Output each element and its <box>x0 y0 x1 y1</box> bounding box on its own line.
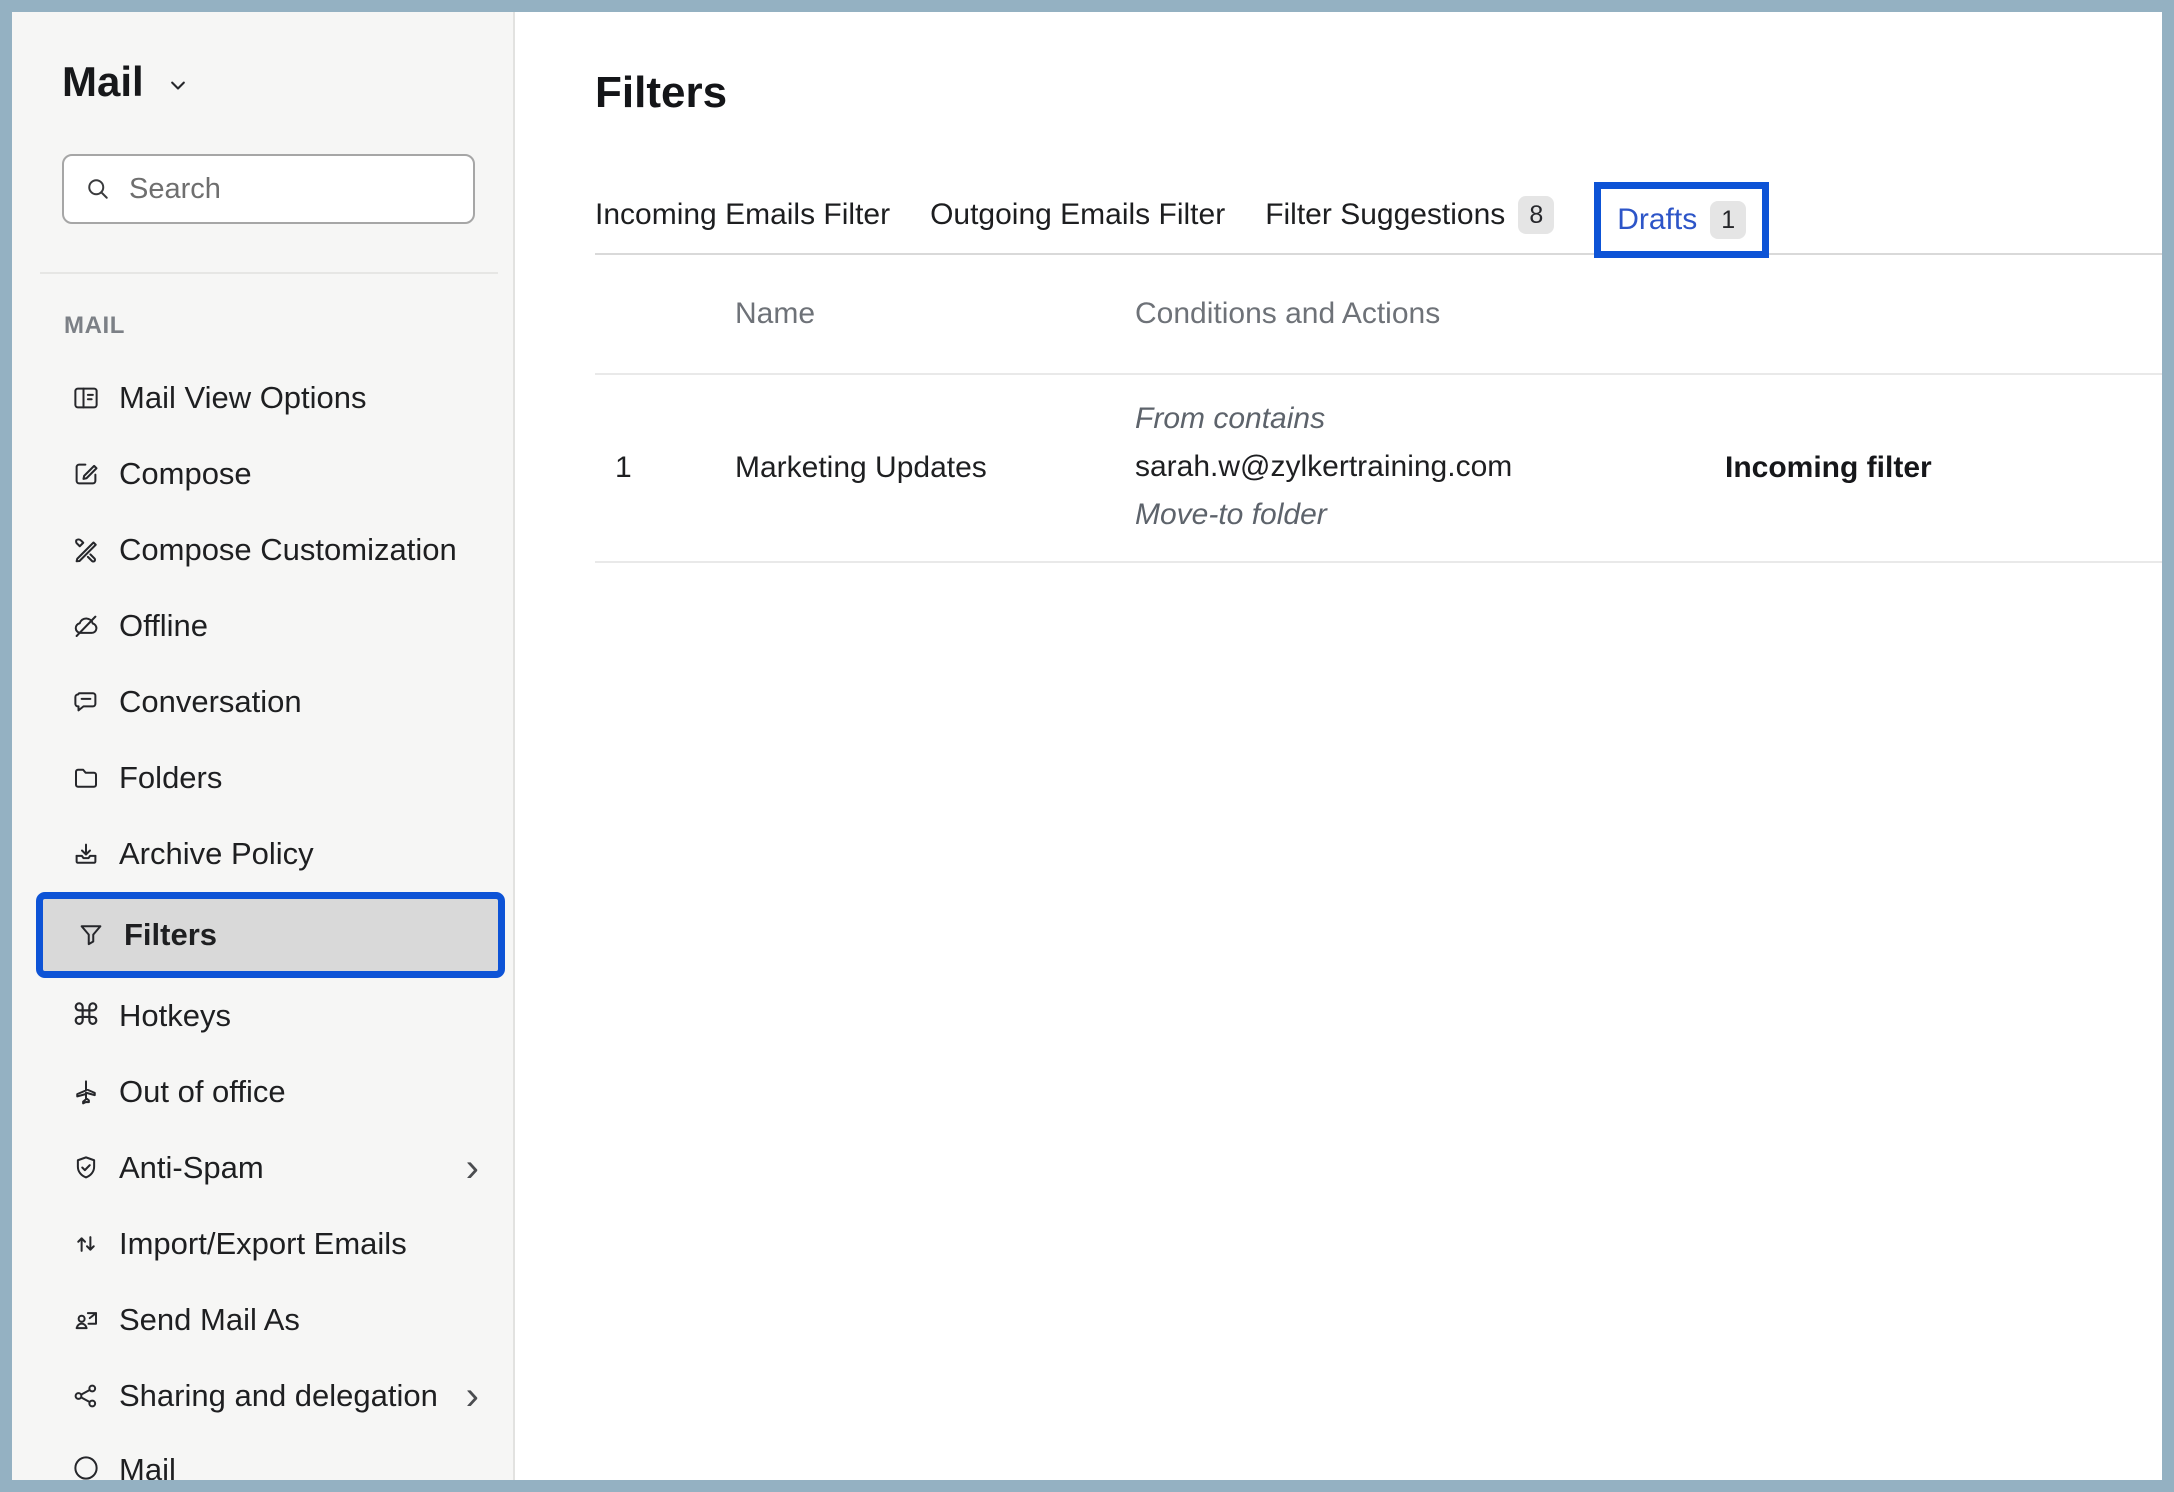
sidebar-item-label: Anti-Spam <box>119 1150 264 1186</box>
offline-icon <box>70 610 102 642</box>
chevron-down-icon <box>164 71 192 99</box>
sidebar-item-import-export-emails[interactable]: Import/Export Emails <box>12 1206 513 1282</box>
sidebar-item-sharing-and-delegation[interactable]: Sharing and delegation › <box>12 1358 513 1434</box>
sidebar-item-filters[interactable]: Filters <box>43 899 498 971</box>
sidebar-item-compose[interactable]: Compose <box>12 436 513 512</box>
action-label: Move-to folder <box>1135 491 1725 539</box>
archive-icon <box>70 838 102 870</box>
sidebar-item-archive-policy[interactable]: Archive Policy <box>12 816 513 892</box>
tab-label: Drafts <box>1617 203 1697 237</box>
column-header-name: Name <box>735 297 1135 331</box>
folder-icon <box>70 762 102 794</box>
sidebar-item-label: Conversation <box>119 684 302 720</box>
tab-label: Incoming Emails Filter <box>595 198 890 232</box>
sidebar-item-label: Out of office <box>119 1074 286 1110</box>
sidebar-app-switcher[interactable]: Mail <box>62 58 513 106</box>
table-header-row: Name Conditions and Actions <box>595 255 2162 375</box>
sidebar-item-label: Mail View Options <box>119 380 367 416</box>
sidebar-item-partial[interactable]: Mail <box>12 1434 513 1480</box>
tab-drafts[interactable]: Drafts 1 <box>1594 182 1769 258</box>
condition-label: From contains <box>1135 395 1725 443</box>
conversation-icon <box>70 686 102 718</box>
filter-name: Marketing Updates <box>735 451 1135 485</box>
sidebar-item-label: Mail <box>119 1452 176 1480</box>
funnel-icon <box>75 919 107 951</box>
settings-sidebar: Mail MAIL Mail View Options <box>12 12 515 1480</box>
tab-count-badge: 1 <box>1710 201 1746 239</box>
tab-label: Filter Suggestions <box>1265 198 1505 232</box>
sidebar-item-offline[interactable]: Offline <box>12 588 513 664</box>
person-card-icon <box>70 1304 102 1336</box>
page-title: Filters <box>595 68 2162 119</box>
search-box[interactable] <box>62 154 475 224</box>
sidebar-item-conversation[interactable]: Conversation <box>12 664 513 740</box>
mail-settings-app: Mail MAIL Mail View Options <box>12 12 2162 1480</box>
tab-outgoing-emails-filter[interactable]: Outgoing Emails Filter <box>930 198 1225 232</box>
sidebar-item-out-of-office[interactable]: Out of office <box>12 1054 513 1130</box>
tab-filter-suggestions[interactable]: Filter Suggestions 8 <box>1265 196 1554 234</box>
sidebar-item-compose-customization[interactable]: Compose Customization <box>12 512 513 588</box>
column-header-conditions-actions: Conditions and Actions <box>1135 297 1725 331</box>
window-frame: Mail MAIL Mail View Options <box>0 0 2174 1492</box>
filter-type: Incoming filter <box>1725 447 1935 489</box>
circle-icon <box>70 1452 102 1480</box>
sidebar-item-label: Import/Export Emails <box>119 1226 407 1262</box>
sidebar-item-folders[interactable]: Folders <box>12 740 513 816</box>
sidebar-title: Mail <box>62 58 144 106</box>
sidebar-item-mail-view-options[interactable]: Mail View Options <box>12 360 513 436</box>
command-icon: ⌘ <box>70 1000 102 1032</box>
sidebar-item-hotkeys[interactable]: ⌘ Hotkeys <box>12 978 513 1054</box>
table-row[interactable]: 1 Marketing Updates From contains sarah.… <box>595 375 2162 563</box>
sidebar-item-label: Offline <box>119 608 208 644</box>
sidebar-item-label: Hotkeys <box>119 998 231 1034</box>
tab-count-badge: 8 <box>1518 196 1554 234</box>
chevron-right-icon: › <box>466 1148 479 1188</box>
sidebar-item-label: Compose Customization <box>119 532 457 568</box>
filters-tab-bar: Incoming Emails Filter Outgoing Emails F… <box>595 177 2162 255</box>
tab-label: Outgoing Emails Filter <box>930 198 1225 232</box>
shield-check-icon <box>70 1152 102 1184</box>
condition-value: sarah.w@zylkertraining.com <box>1135 443 1725 491</box>
tab-incoming-emails-filter[interactable]: Incoming Emails Filter <box>595 198 890 232</box>
sidebar-menu: Mail View Options Compose Compose Custom… <box>12 360 513 1480</box>
drafts-filters-table: Name Conditions and Actions 1 Marketing … <box>595 255 2162 563</box>
filters-settings-panel: Filters Incoming Emails Filter Outgoing … <box>515 12 2162 1480</box>
arrows-up-down-icon <box>70 1228 102 1260</box>
sidebar-divider <box>40 272 498 274</box>
search-icon <box>84 175 112 203</box>
sidebar-item-label: Compose <box>119 456 252 492</box>
sidebar-item-send-mail-as[interactable]: Send Mail As <box>12 1282 513 1358</box>
sidebar-item-label: Filters <box>124 917 217 953</box>
sidebar-item-label: Folders <box>119 760 222 796</box>
share-nodes-icon <box>70 1380 102 1412</box>
mail-view-options-icon <box>70 382 102 414</box>
row-index: 1 <box>595 451 735 485</box>
compose-customization-icon <box>70 534 102 566</box>
sidebar-item-anti-spam[interactable]: Anti-Spam › <box>12 1130 513 1206</box>
sidebar-item-label: Send Mail As <box>119 1302 300 1338</box>
airplane-icon <box>70 1076 102 1108</box>
compose-icon <box>70 458 102 490</box>
sidebar-item-label: Sharing and delegation <box>119 1378 438 1414</box>
chevron-right-icon: › <box>466 1376 479 1416</box>
filter-conditions: From contains sarah.w@zylkertraining.com… <box>1135 375 1725 561</box>
search-input[interactable] <box>127 172 455 207</box>
sidebar-section-label: MAIL <box>64 312 513 340</box>
sidebar-item-label: Archive Policy <box>119 836 314 872</box>
